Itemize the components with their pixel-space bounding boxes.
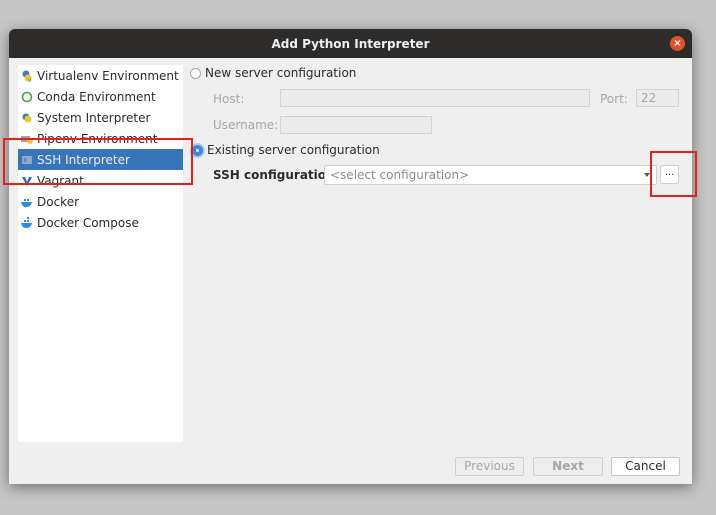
existing-server-option[interactable]: Existing server configuration [192,143,380,157]
terminal-icon [21,154,33,166]
sidebar-item-label: Vagrant [37,173,84,188]
docker-icon [21,196,33,208]
username-label-text: Username: [213,118,279,132]
add-python-interpreter-dialog: Add Python Interpreter × v Virtualenv En… [9,29,692,484]
sidebar-item-virtualenv[interactable]: v Virtualenv Environment [18,65,183,86]
interpreter-type-list: v Virtualenv Environment Conda Environme… [18,65,183,442]
port-label: Port: [600,92,628,106]
next-button[interactable]: Next [533,457,603,476]
cancel-label: Cancel [625,459,666,473]
close-button[interactable]: × [670,36,685,51]
titlebar: Add Python Interpreter × [9,29,692,58]
sidebar-item-label: Docker [37,194,80,209]
host-input[interactable] [280,89,590,107]
chevron-down-icon [644,173,650,177]
ssh-configuration-label: SSH configuration: [213,168,339,182]
virtualenv-icon: v [21,70,33,84]
existing-server-radio[interactable] [192,144,203,156]
port-value: 22 [641,91,657,105]
previous-label: Previous [464,459,515,473]
pipenv-icon [21,133,33,145]
existing-server-label: Existing server configuration [207,143,380,157]
sidebar-item-label: Conda Environment [37,89,156,104]
close-icon: × [673,38,682,49]
python-icon [21,112,33,124]
sidebar-item-docker-compose[interactable]: Docker Compose [18,212,183,233]
next-label: Next [552,459,584,473]
ssh-configuration-select[interactable]: <select configuration> [324,165,657,185]
sidebar-item-label: Pipenv Environment [37,131,158,146]
dialog-title: Add Python Interpreter [271,36,430,51]
sidebar-item-system-interpreter[interactable]: System Interpreter [18,107,183,128]
new-server-option[interactable]: New server configuration [190,66,356,80]
svg-text:v: v [28,77,32,82]
browse-configurations-button[interactable]: ... [660,165,679,184]
username-input[interactable] [280,116,432,134]
sidebar-item-label: Virtualenv Environment [37,68,179,83]
sidebar-item-label: Docker Compose [37,215,139,230]
sidebar-item-label: SSH Interpreter [37,152,130,167]
new-server-label: New server configuration [205,66,357,80]
sidebar-item-pipenv[interactable]: Pipenv Environment [18,128,183,149]
vagrant-icon [21,175,33,187]
conda-icon [21,91,33,103]
ssh-configuration-placeholder: <select configuration> [330,168,470,182]
browse-label: ... [664,167,675,178]
cancel-button[interactable]: Cancel [611,457,680,476]
username-label: Username: [213,118,278,132]
new-server-radio[interactable] [190,67,201,79]
sidebar-item-docker[interactable]: Docker [18,191,183,212]
port-label-text: Port: [600,92,628,106]
host-label: Host: [213,92,244,106]
port-input[interactable]: 22 [636,89,679,107]
docker-compose-icon [21,216,33,229]
host-label-text: Host: [213,92,245,106]
sidebar-item-label: System Interpreter [37,110,151,125]
sidebar-item-conda[interactable]: Conda Environment [18,86,183,107]
previous-button[interactable]: Previous [455,457,524,476]
sidebar-item-ssh-interpreter[interactable]: SSH Interpreter [18,149,183,170]
sidebar-item-vagrant[interactable]: Vagrant [18,170,183,191]
ssh-configuration-label-text: SSH configuration: [213,168,340,182]
